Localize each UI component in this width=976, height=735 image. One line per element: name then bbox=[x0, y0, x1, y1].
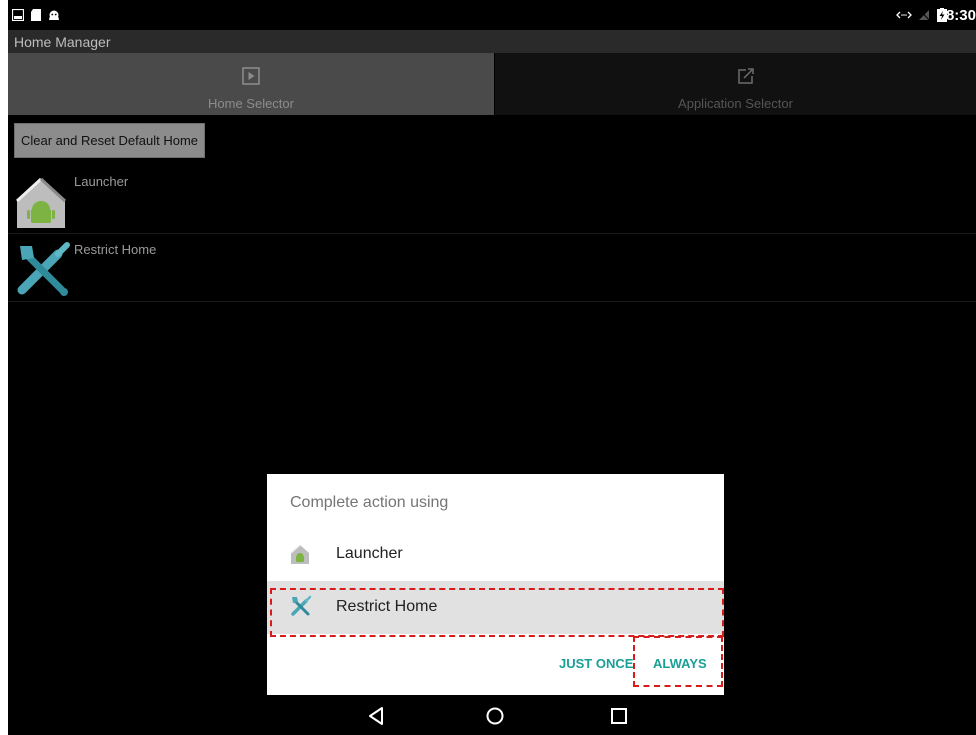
dialog-item-launcher[interactable]: Launcher bbox=[267, 528, 724, 581]
tab-home-selector-label: Home Selector bbox=[208, 96, 294, 111]
launcher-home-icon bbox=[15, 177, 67, 228]
tab-application-selector-label: Application Selector bbox=[678, 96, 793, 111]
data-sync-icon bbox=[896, 11, 912, 19]
gallery-icon bbox=[12, 9, 24, 21]
dialog-item-label: Launcher bbox=[336, 545, 403, 562]
edit-share-icon bbox=[738, 68, 754, 84]
play-icon bbox=[242, 67, 260, 85]
always-button[interactable]: ALWAYS bbox=[653, 656, 707, 671]
tools-icon bbox=[291, 595, 312, 616]
launcher-home-icon bbox=[290, 544, 309, 564]
action-bar: Home Manager bbox=[8, 30, 976, 53]
tab-home-selector[interactable]: Home Selector bbox=[8, 53, 494, 115]
chooser-dialog: Complete action using Launcher Restrict … bbox=[267, 474, 724, 695]
back-icon[interactable] bbox=[366, 705, 388, 727]
android-debug-icon bbox=[49, 10, 59, 20]
just-once-button[interactable]: JUST ONCE bbox=[559, 656, 633, 671]
app-list-item-label: Launcher bbox=[74, 174, 129, 189]
status-bar: 8:30 bbox=[8, 0, 976, 30]
dialog-title: Complete action using bbox=[290, 494, 449, 511]
recents-icon[interactable] bbox=[608, 705, 630, 727]
app-list-item-launcher[interactable]: Launcher bbox=[8, 167, 976, 234]
device-screen: 8:30 Home Manager Home Selector Applicat… bbox=[8, 0, 976, 735]
clear-reset-default-home-button[interactable]: Clear and Reset Default Home bbox=[14, 123, 205, 158]
app-list-item-restrict-home[interactable]: Restrict Home bbox=[8, 235, 976, 302]
tools-icon bbox=[17, 242, 70, 296]
app-list-item-label: Restrict Home bbox=[74, 242, 157, 257]
tab-application-selector[interactable]: Application Selector bbox=[495, 53, 976, 115]
sd-card-icon bbox=[31, 9, 41, 21]
dialog-item-restrict-home[interactable]: Restrict Home bbox=[267, 581, 724, 634]
home-circle-icon[interactable] bbox=[484, 705, 506, 727]
no-signal-icon bbox=[919, 9, 930, 21]
clock-time: 8:30 bbox=[945, 7, 976, 24]
dialog-item-label: Restrict Home bbox=[336, 598, 438, 615]
app-title: Home Manager bbox=[14, 34, 111, 50]
navigation-bar bbox=[8, 695, 976, 735]
